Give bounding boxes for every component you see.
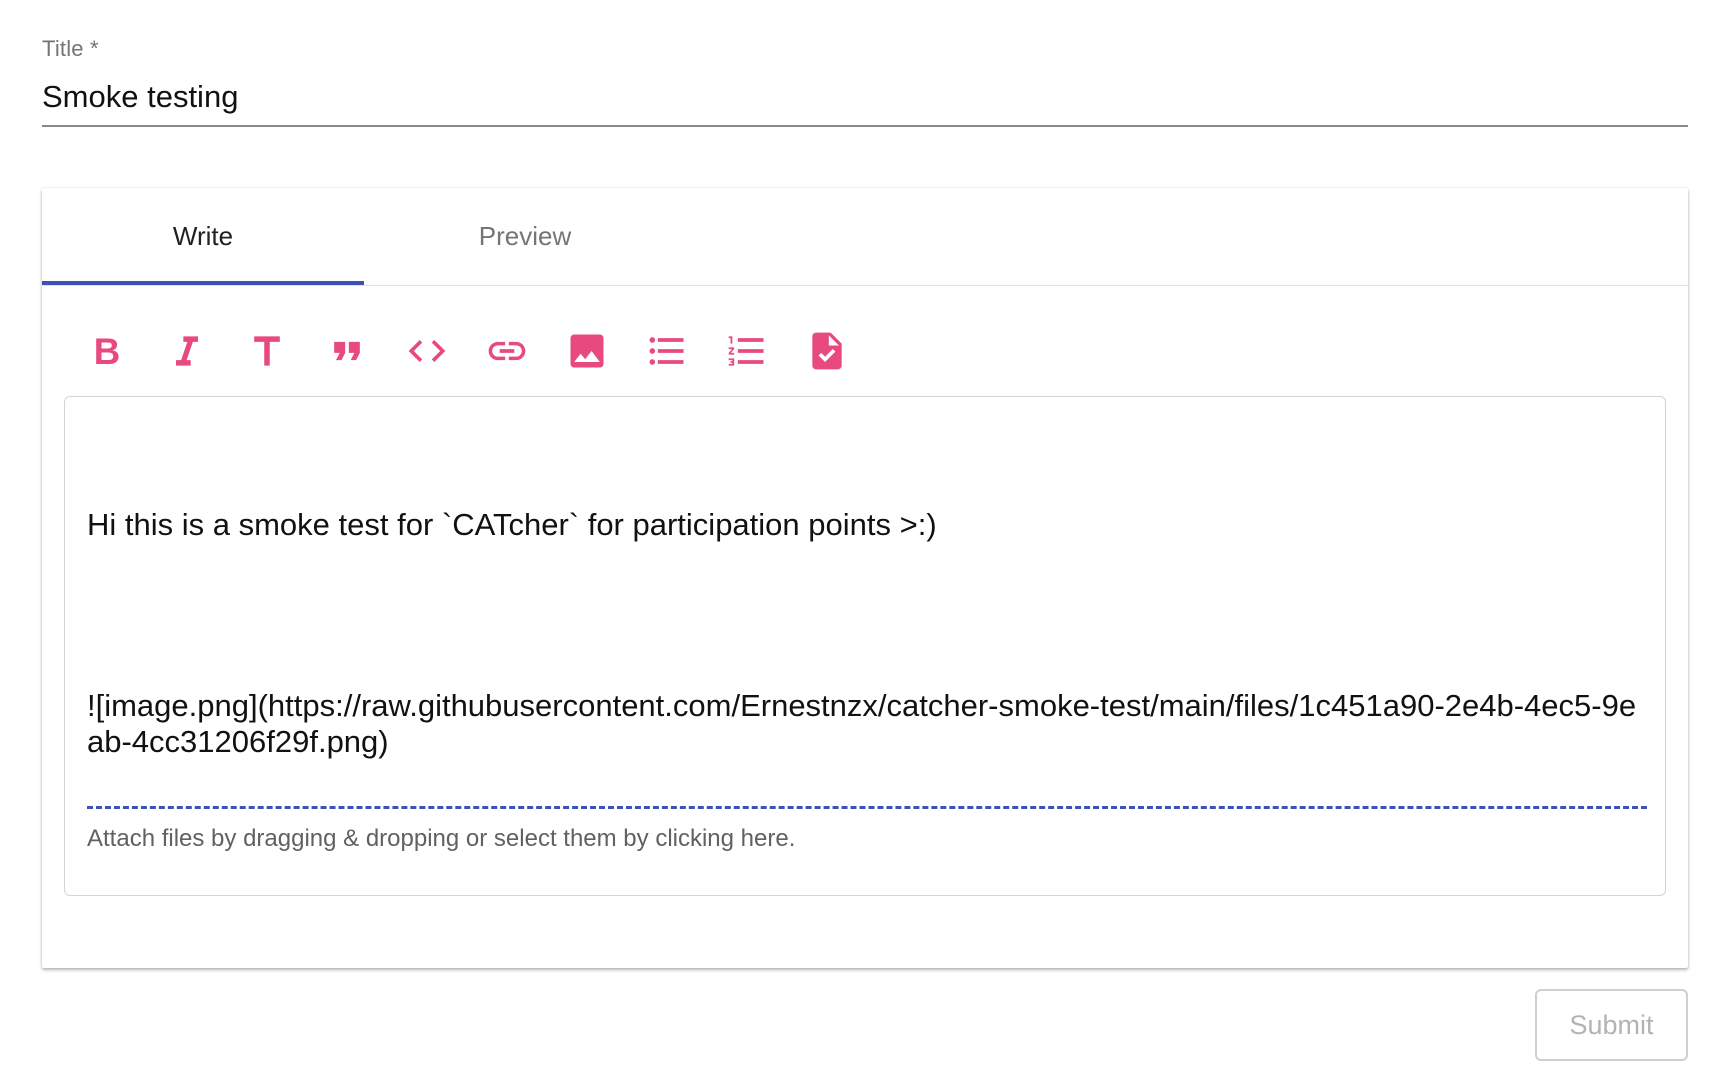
description-editor[interactable]: Hi this is a smoke test for `CATcher` fo… xyxy=(64,396,1666,896)
image-button[interactable] xyxy=(562,326,612,376)
bulleted-list-button[interactable] xyxy=(642,326,692,376)
editor-tabs: Write Preview xyxy=(42,188,1688,286)
description-line: ![image.png](https://raw.githubuserconte… xyxy=(87,688,1637,759)
markdown-toolbar: B xyxy=(82,326,882,376)
description-line: Hi this is a smoke test for `CATcher` fo… xyxy=(87,507,937,542)
italic-icon xyxy=(176,336,198,366)
task-list-icon xyxy=(812,332,842,370)
bold-icon: B xyxy=(94,331,120,372)
code-button[interactable] xyxy=(402,326,452,376)
attach-files-hint[interactable]: Attach files by dragging & dropping or s… xyxy=(87,825,795,853)
title-input[interactable] xyxy=(42,74,1688,120)
new-issue-form: Title * Write Preview B xyxy=(0,0,1715,1082)
title-field: Title * xyxy=(42,34,1688,128)
link-icon xyxy=(488,341,526,361)
svg-text:B: B xyxy=(94,331,120,372)
code-icon xyxy=(408,340,446,362)
tab-preview[interactable]: Preview xyxy=(364,188,686,284)
numbered-list-icon xyxy=(728,336,764,366)
image-icon xyxy=(570,334,604,368)
quote-icon xyxy=(334,341,360,361)
tab-write[interactable]: Write xyxy=(42,188,364,284)
quote-button[interactable] xyxy=(322,326,372,376)
task-list-button[interactable] xyxy=(802,326,852,376)
title-label: Title * xyxy=(42,36,99,61)
bulleted-list-icon xyxy=(649,337,684,365)
description-text[interactable]: Hi this is a smoke test for `CATcher` fo… xyxy=(87,435,1647,832)
submit-button[interactable]: Submit xyxy=(1535,989,1688,1061)
numbered-list-button[interactable] xyxy=(722,326,772,376)
heading-icon xyxy=(254,336,280,366)
heading-button[interactable] xyxy=(242,326,292,376)
active-tab-indicator xyxy=(42,281,364,285)
link-button[interactable] xyxy=(482,326,532,376)
title-underline xyxy=(42,125,1688,127)
attach-divider xyxy=(87,806,1647,809)
bold-button[interactable]: B xyxy=(82,326,132,376)
description-card: Write Preview B Hi this is a smoke test … xyxy=(42,188,1688,968)
italic-button[interactable] xyxy=(162,326,212,376)
